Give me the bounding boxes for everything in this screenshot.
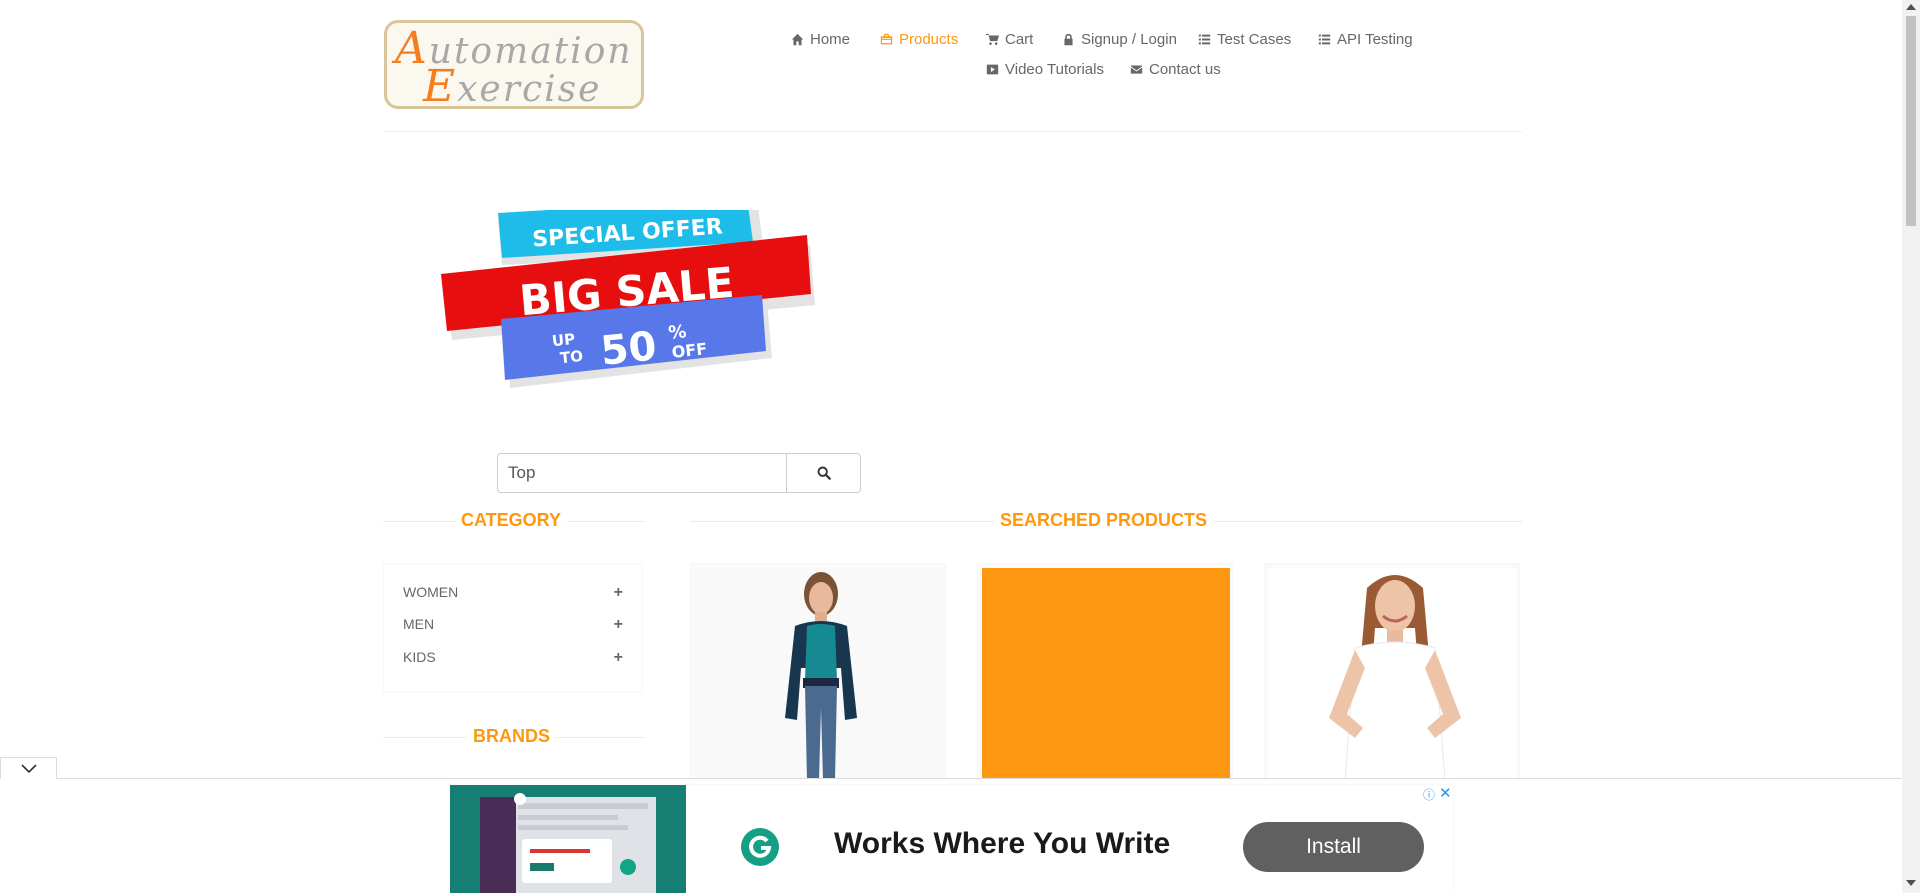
searched-products-title: Searched Products xyxy=(994,510,1214,531)
product-image xyxy=(1269,568,1517,781)
nav-api-testing-label: API Testing xyxy=(1337,31,1413,48)
ad-image[interactable] xyxy=(450,785,686,893)
site-logo[interactable]: Automation Exercise xyxy=(384,20,644,109)
nav-home[interactable]: Home xyxy=(791,31,850,48)
searched-products-heading: Searched Products xyxy=(690,510,1522,534)
category-title: Category xyxy=(455,510,568,531)
banner-percent: % xyxy=(667,321,687,344)
plus-icon: + xyxy=(613,584,623,601)
search-icon xyxy=(817,466,831,480)
scroll-down-arrow-icon[interactable] xyxy=(1906,880,1916,886)
product-image xyxy=(982,568,1230,780)
logo-text-line-2: Exercise xyxy=(423,61,602,109)
nav-products-label: Products xyxy=(899,31,959,48)
product-card[interactable] xyxy=(1264,563,1520,783)
ad-install-button[interactable]: Install xyxy=(1243,822,1424,872)
category-item-kids[interactable]: Kids + xyxy=(403,649,623,667)
nav-home-label: Home xyxy=(810,31,851,48)
banner-to: TO xyxy=(559,347,584,367)
category-panel: Women + Men + Kids + xyxy=(383,563,643,693)
search-input[interactable] xyxy=(497,453,787,493)
banner-number: 50 xyxy=(599,323,659,375)
page: Automation Exercise Home Products Cart S… xyxy=(0,0,1902,893)
header-divider xyxy=(384,131,1522,132)
banner-off: OFF xyxy=(671,339,708,362)
plus-icon: + xyxy=(613,649,623,666)
nav-video-tutorials-label: Video Tutorials xyxy=(1005,61,1104,78)
category-item-label: Women xyxy=(403,584,459,600)
grammarly-logo-icon xyxy=(740,827,780,867)
home-icon xyxy=(791,33,804,46)
nav-signup-login-label: Signup / Login xyxy=(1081,31,1177,48)
nav-test-cases-label: Test Cases xyxy=(1217,31,1292,48)
chevron-down-icon xyxy=(20,763,37,773)
category-item-label: Men xyxy=(403,616,435,632)
ad-headline[interactable]: Works Where You Write xyxy=(834,827,1170,861)
scroll-thumb[interactable] xyxy=(1906,16,1916,226)
nav-cart[interactable]: Cart xyxy=(986,31,1033,48)
category-item-label: Kids xyxy=(403,649,436,665)
cart-icon xyxy=(986,33,999,45)
nav-cart-label: Cart xyxy=(1005,31,1034,48)
nav-contact-us-label: Contact us xyxy=(1149,61,1221,78)
nav-api-testing[interactable]: API Testing xyxy=(1318,31,1413,48)
category-item-men[interactable]: Men + xyxy=(403,616,623,634)
scroll-up-arrow-icon[interactable] xyxy=(1906,4,1916,10)
product-image xyxy=(695,568,943,780)
lock-icon xyxy=(1064,33,1073,46)
shopping-bag-icon xyxy=(880,33,893,45)
nav-signup-login[interactable]: Signup / Login xyxy=(1062,31,1177,48)
youtube-icon xyxy=(986,64,999,75)
close-icon[interactable]: ✕ xyxy=(1439,784,1452,802)
special-offer-banner: SPECIAL OFFER BIG SALE UP TO 50 % OFF xyxy=(441,210,815,388)
page-scrollbar[interactable] xyxy=(1902,0,1920,893)
brands-title: Brands xyxy=(467,726,557,747)
plus-icon: + xyxy=(613,616,623,633)
category-item-women[interactable]: Women + xyxy=(403,584,623,602)
list-icon xyxy=(1198,34,1211,45)
category-heading: Category xyxy=(383,510,645,534)
product-card[interactable] xyxy=(690,563,946,783)
info-icon[interactable]: ⓘ xyxy=(1423,786,1435,803)
nav-products[interactable]: Products xyxy=(880,31,958,48)
product-card[interactable] xyxy=(977,563,1233,783)
list-icon xyxy=(1318,34,1331,45)
search-button[interactable] xyxy=(786,453,861,493)
brands-heading: Brands xyxy=(383,726,645,750)
ad-collapse-toggle[interactable] xyxy=(0,757,57,779)
nav-contact-us[interactable]: Contact us xyxy=(1130,61,1221,78)
nav-video-tutorials[interactable]: Video Tutorials xyxy=(986,61,1104,78)
ad-divider xyxy=(0,778,1902,779)
nav-test-cases[interactable]: Test Cases xyxy=(1198,31,1291,48)
envelope-icon xyxy=(1130,65,1143,74)
